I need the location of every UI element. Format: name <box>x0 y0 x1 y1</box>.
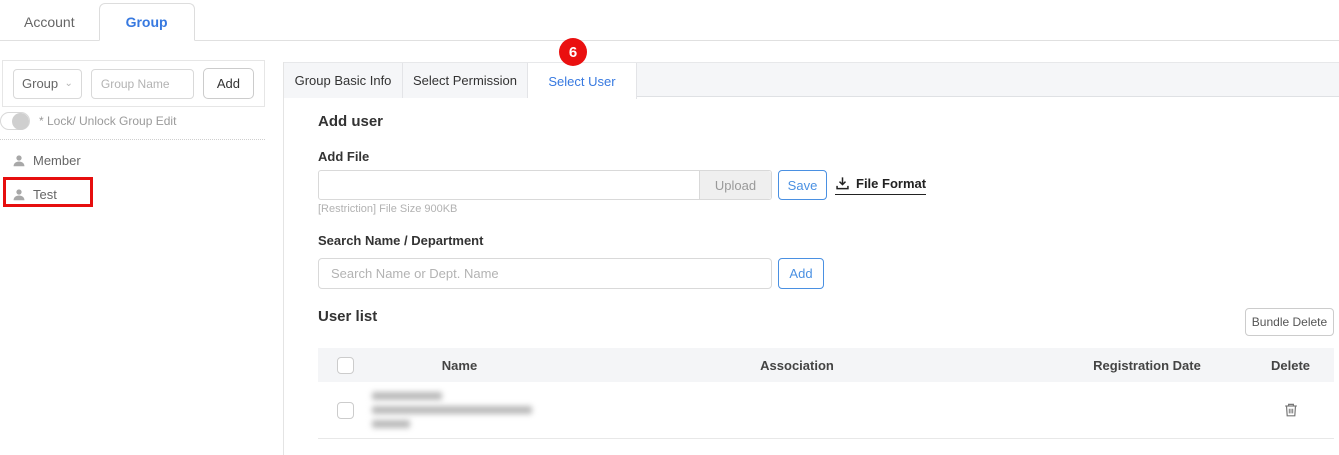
sidebar-divider <box>0 139 265 140</box>
file-format-link[interactable]: File Format <box>835 176 926 195</box>
redacted-name <box>372 392 442 400</box>
group-admin-screen: Account Group Group ⌄ Add * Lock/ Unlock… <box>0 0 1339 455</box>
main-panel-divider <box>283 62 284 455</box>
file-input-group: Upload <box>318 170 772 200</box>
search-add-button[interactable]: Add <box>778 258 824 289</box>
add-file-label: Add File <box>318 149 369 164</box>
user-table-header: Name Association Registration Date Delet… <box>318 348 1334 382</box>
redacted-detail <box>372 420 410 428</box>
row-checkbox[interactable] <box>337 402 354 419</box>
lock-toggle-label: * Lock/ Unlock Group Edit <box>39 114 176 128</box>
sidebar-item-member[interactable]: Member <box>12 153 81 168</box>
column-header-registration-date: Registration Date <box>1047 358 1247 373</box>
top-tab-bar: Account Group <box>0 0 1339 41</box>
bundle-delete-button[interactable]: Bundle Delete <box>1245 308 1334 336</box>
tab-select-user[interactable]: Select User <box>528 63 637 99</box>
file-restriction-note: [Restriction] File Size 900KB <box>318 203 457 215</box>
column-header-delete: Delete <box>1247 358 1334 373</box>
lock-unlock-toggle[interactable] <box>0 112 30 130</box>
group-type-select[interactable]: Group ⌄ <box>13 69 82 99</box>
person-icon <box>12 154 26 168</box>
tab-account[interactable]: Account <box>0 4 99 40</box>
row-name-cell <box>372 388 547 432</box>
add-user-title: Add user <box>318 113 383 130</box>
lock-toggle-row: * Lock/ Unlock Group Edit <box>0 112 176 130</box>
column-header-association: Association <box>547 358 1047 373</box>
group-create-panel: Group ⌄ Add <box>2 60 265 107</box>
header-checkbox-cell <box>318 357 372 374</box>
group-type-select-value: Group <box>22 76 58 91</box>
tab-group-basic-info[interactable]: Group Basic Info <box>284 63 403 98</box>
user-table: Name Association Registration Date Delet… <box>318 348 1334 439</box>
toggle-knob <box>12 113 29 130</box>
red-highlight-annotation <box>3 177 93 207</box>
add-group-button[interactable]: Add <box>203 68 254 99</box>
file-format-label: File Format <box>856 176 926 191</box>
sidebar-item-label: Member <box>33 153 81 168</box>
group-name-input[interactable] <box>91 69 194 99</box>
search-input[interactable] <box>318 258 772 289</box>
step-number-badge: 6 <box>559 38 587 66</box>
table-row <box>318 382 1334 439</box>
search-section-label: Search Name / Department <box>318 233 483 248</box>
user-list-title: User list <box>318 308 377 325</box>
select-all-checkbox[interactable] <box>337 357 354 374</box>
save-button[interactable]: Save <box>778 170 827 200</box>
file-path-input[interactable] <box>319 171 699 199</box>
chevron-down-icon: ⌄ <box>64 78 72 89</box>
redacted-email <box>372 406 532 414</box>
trash-icon[interactable] <box>1283 402 1299 418</box>
download-icon <box>835 176 850 191</box>
column-header-name: Name <box>372 358 547 373</box>
tab-select-permission[interactable]: Select Permission <box>403 63 528 98</box>
upload-button[interactable]: Upload <box>699 171 771 199</box>
main-tab-bar: Group Basic Info Select Permission Selec… <box>284 62 1339 97</box>
row-checkbox-cell <box>318 402 372 419</box>
tab-group[interactable]: Group <box>99 3 195 41</box>
redacted-user-info <box>372 388 547 432</box>
row-delete-cell <box>1247 402 1334 418</box>
